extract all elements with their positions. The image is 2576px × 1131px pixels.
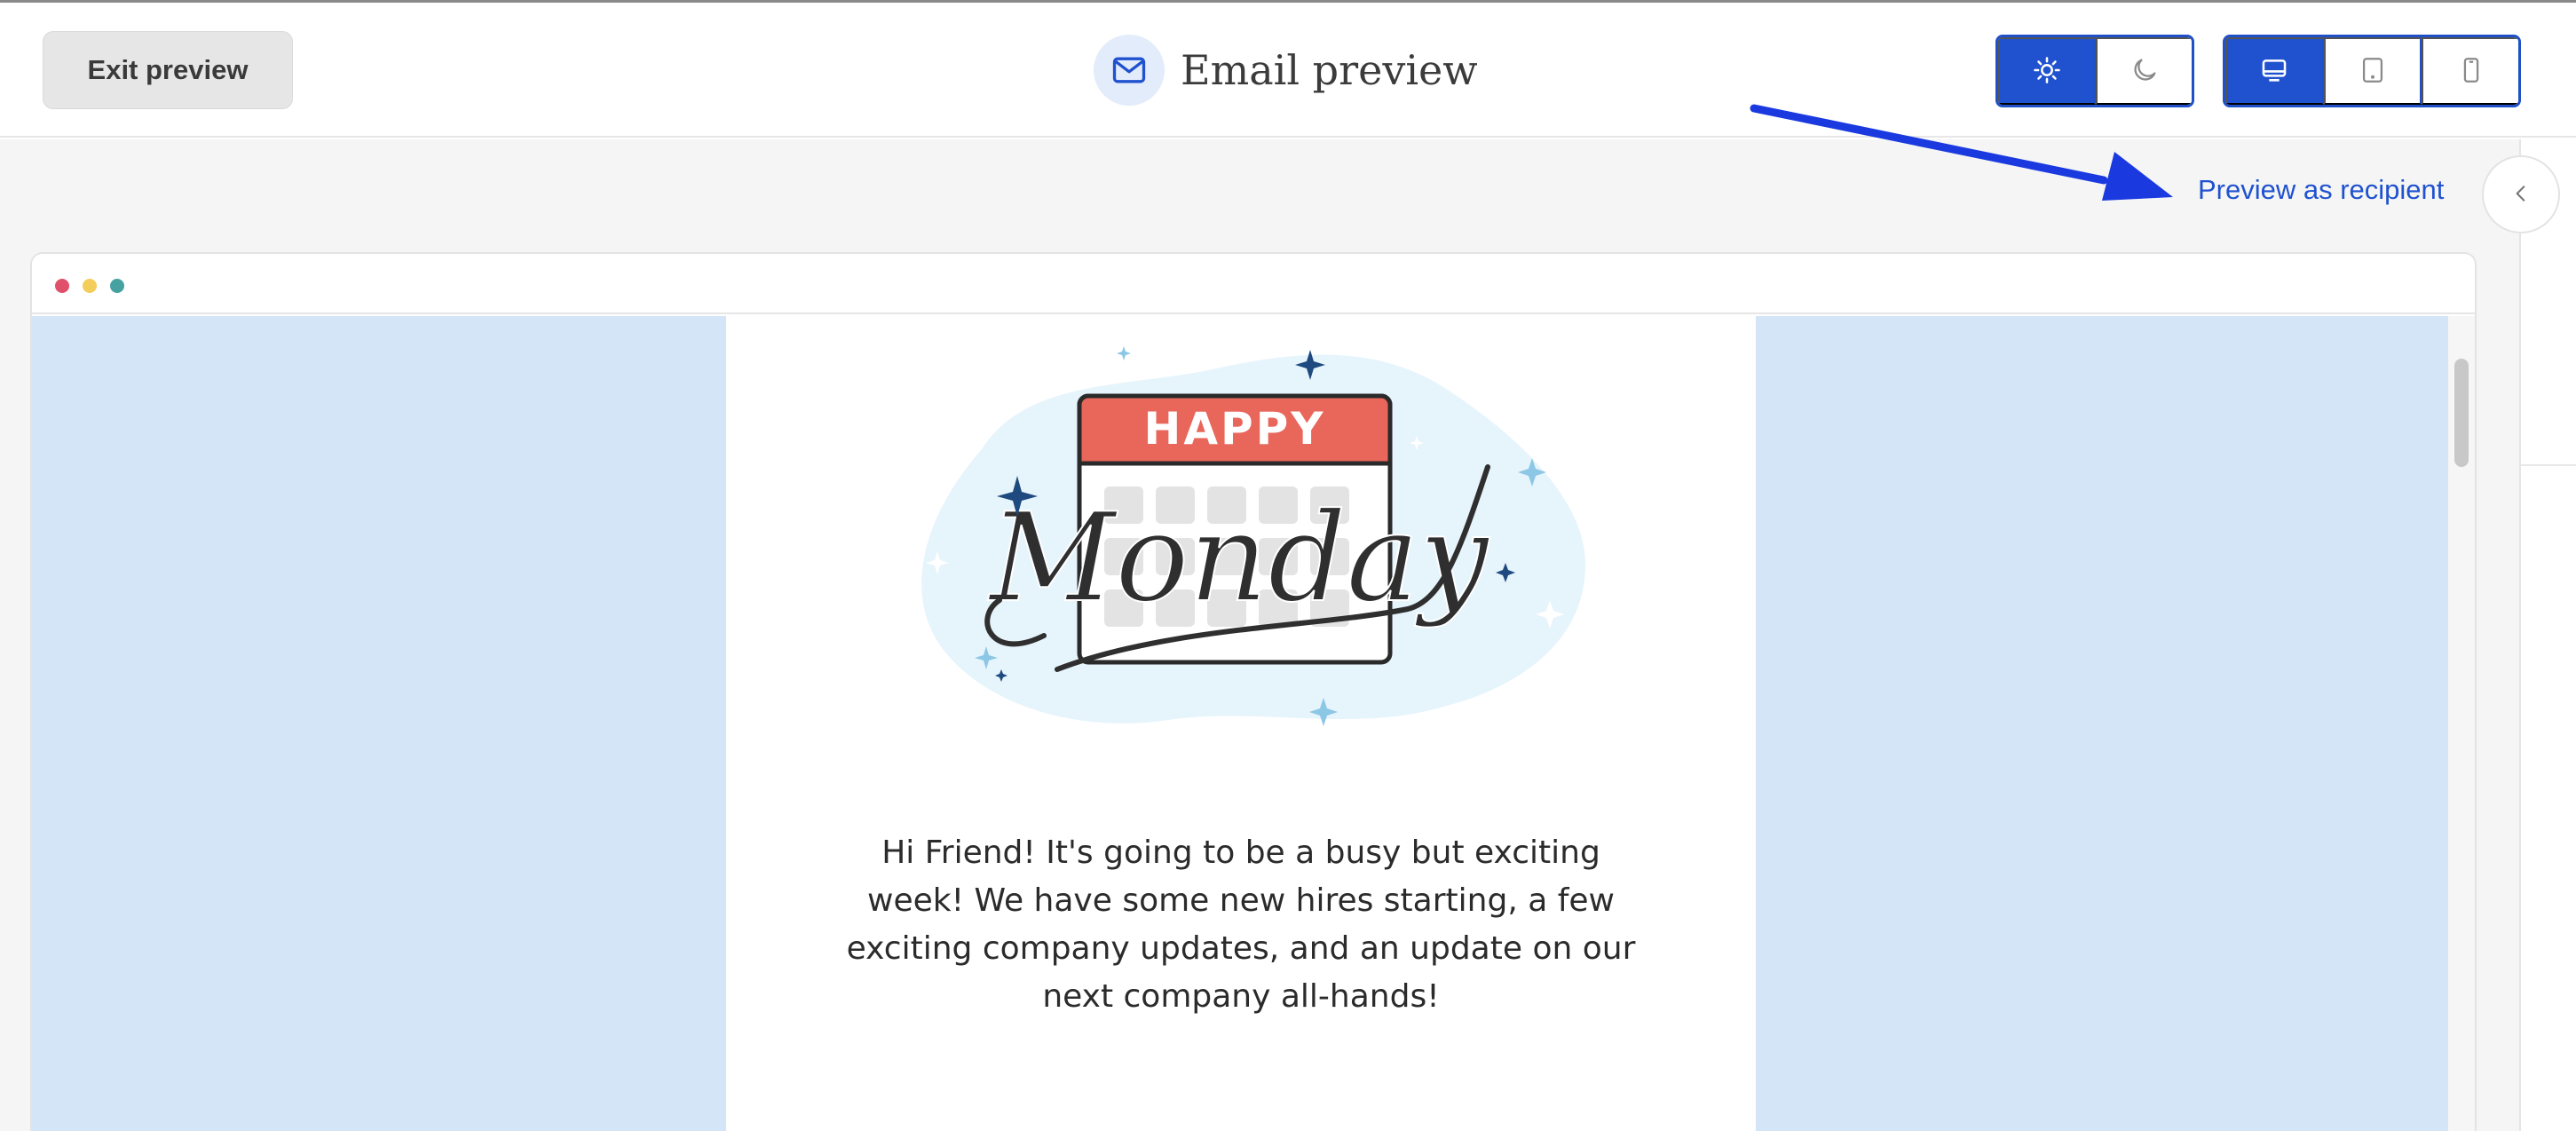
recipient-side-panel [2519, 139, 2576, 1131]
mobile-icon [2456, 55, 2486, 88]
scrollbar-thumb[interactable] [2454, 359, 2469, 467]
moon-icon [2130, 55, 2160, 88]
tablet-view-button[interactable] [2323, 37, 2422, 105]
page-title: Email preview [1181, 46, 1478, 94]
minimize-dot-icon [83, 279, 97, 293]
maximize-dot-icon [110, 279, 124, 293]
preview-as-recipient-link[interactable]: Preview as recipient [2198, 174, 2444, 206]
browser-toolbar [32, 254, 2475, 314]
exit-preview-button[interactable]: Exit preview [43, 31, 293, 109]
device-toggle [2223, 35, 2521, 107]
email-body-text: Hi Friend! It's going to be a busy but e… [846, 834, 1636, 1015]
sun-icon [2032, 55, 2062, 88]
desktop-view-button[interactable] [2225, 37, 2324, 105]
envelope-icon [1094, 35, 1165, 106]
panel-divider [2521, 464, 2576, 466]
desktop-icon [2259, 55, 2289, 88]
tablet-icon [2358, 55, 2388, 88]
email-content: HAPPY Monday Hi Friend! It's going to be… [726, 316, 1756, 1131]
preview-header: Exit preview Email preview [0, 3, 2576, 138]
mobile-view-button[interactable] [2422, 37, 2518, 105]
collapse-panel-button[interactable] [2482, 155, 2560, 233]
chevron-left-icon [2509, 182, 2533, 208]
happy-monday-illustration: HAPPY Monday [921, 346, 1585, 726]
page-title-group: Email preview [1094, 35, 1478, 106]
close-dot-icon [55, 279, 69, 293]
browser-frame: HAPPY Monday Hi Friend! It's going to be… [30, 252, 2477, 1131]
calendar-header-label: HAPPY [1143, 403, 1325, 455]
annotation-arrow [1750, 104, 2173, 201]
